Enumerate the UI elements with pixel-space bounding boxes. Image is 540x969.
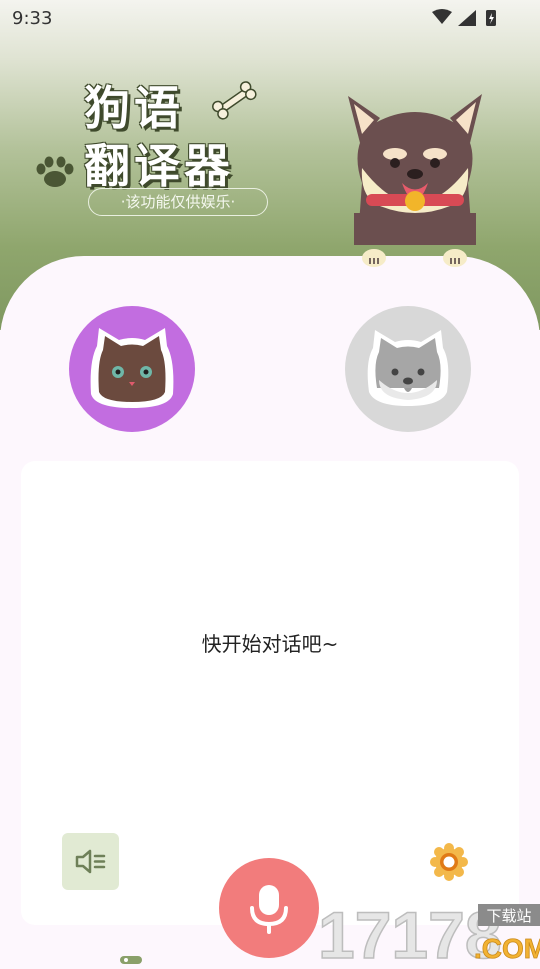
microphone-icon xyxy=(250,885,288,934)
watermark-logo: 17178 下载站 .COM xyxy=(318,902,540,960)
status-time: 9:33 xyxy=(12,8,53,29)
settings-button[interactable] xyxy=(430,843,468,881)
speaker-button[interactable] xyxy=(62,833,119,890)
wifi-icon xyxy=(432,9,452,24)
shiba-dog-illustration xyxy=(348,94,482,267)
signal-icon xyxy=(458,10,476,26)
speaker-icon xyxy=(75,849,106,874)
watermark-tag: 下载站 xyxy=(486,907,531,925)
gear-icon xyxy=(430,843,468,881)
app-title-line2: 翻译器 xyxy=(84,139,234,193)
status-bar: 9:33 xyxy=(0,0,540,36)
conversation-prompt: 快开始对话吧~ xyxy=(201,632,339,656)
record-mic-button[interactable] xyxy=(219,858,319,958)
bone-icon xyxy=(212,81,257,120)
dog-avatar-button[interactable] xyxy=(345,306,471,432)
status-icons xyxy=(432,9,496,26)
cat-face-icon xyxy=(90,328,174,408)
dog-face-icon xyxy=(367,330,449,406)
home-indicator xyxy=(120,950,142,964)
watermark-domain: .COM xyxy=(474,933,540,960)
entertainment-disclaimer: ·该功能仅供娱乐· xyxy=(88,188,268,216)
cat-avatar-button[interactable] xyxy=(69,306,195,432)
app-title-line1: 狗语 xyxy=(84,81,184,135)
paw-icon xyxy=(36,156,74,187)
